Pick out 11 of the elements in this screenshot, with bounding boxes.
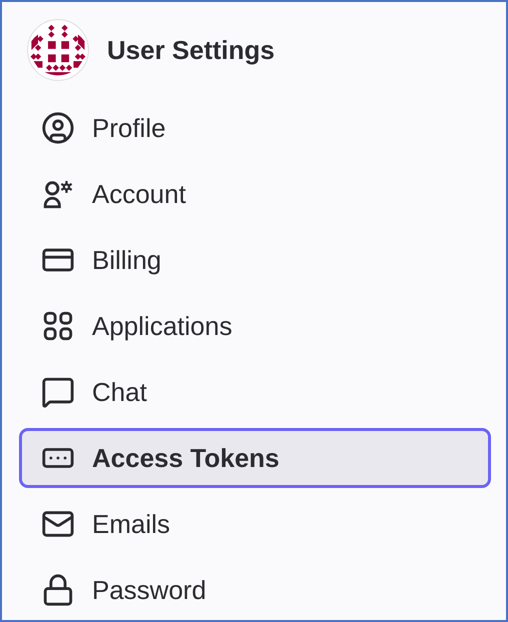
- sidebar-item[interactable]: Profile: [19, 98, 491, 158]
- sidebar-item[interactable]: Password: [19, 560, 491, 620]
- sidebar-item[interactable]: Chat: [19, 362, 491, 422]
- sidebar-item[interactable]: Applications: [19, 296, 491, 356]
- sidebar-item[interactable]: Access Tokens: [19, 428, 491, 488]
- avatar-icon: [27, 19, 89, 81]
- sidebar-item[interactable]: Emails: [19, 494, 491, 554]
- user-circle-icon: [40, 110, 76, 146]
- sidebar-item[interactable]: Account: [19, 164, 491, 224]
- sidebar-title: User Settings: [107, 34, 275, 66]
- sidebar-item[interactable]: Billing: [19, 230, 491, 290]
